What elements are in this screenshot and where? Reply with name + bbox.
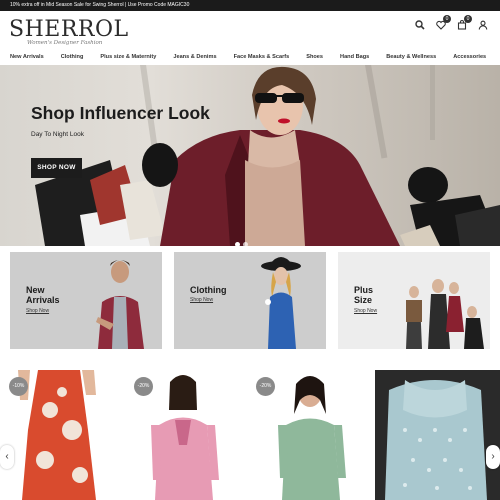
discount-badge: -20%: [256, 377, 275, 396]
main-nav: New Arrivals Clothing Plus size & Matern…: [0, 49, 500, 65]
chevron-right-icon: ›: [491, 451, 495, 462]
carousel-prev-button[interactable]: ‹: [0, 445, 14, 469]
category-title-line2: Size: [354, 295, 373, 305]
heart-icon[interactable]: 0: [436, 15, 451, 30]
product-card[interactable]: -10%: [0, 370, 110, 500]
hero-title: Shop Influencer Look: [31, 103, 210, 123]
nav-item-accessories[interactable]: Accessories: [453, 49, 486, 65]
discount-badge: -20%: [134, 377, 153, 396]
header-icons: 0 0: [415, 15, 488, 30]
category-title-line1: Clothing: [190, 285, 227, 295]
promo-bar: 10% extra off in Mid Season Sale for Swi…: [0, 0, 500, 11]
hero-dot-1[interactable]: [235, 242, 240, 246]
nav-item-hand-bags[interactable]: Hand Bags: [340, 49, 369, 65]
nav-item-plus-size[interactable]: Plus size & Maternity: [100, 49, 156, 65]
category-card-new-arrivals[interactable]: New Arrivals Shop Now: [10, 252, 162, 349]
nav-item-beauty[interactable]: Beauty & Wellness: [386, 49, 436, 65]
nav-item-shoes[interactable]: Shoes: [306, 49, 323, 65]
category-title-line1: Plus: [354, 285, 374, 295]
cart-icon[interactable]: 0: [457, 15, 472, 30]
product-card[interactable]: -20%: [125, 370, 235, 500]
category-card-clothing[interactable]: Clothing Shop Now: [174, 252, 326, 349]
product-image: [375, 370, 500, 500]
category-card-plus-size[interactable]: Plus Size Shop Now: [338, 252, 490, 349]
category-title-line1: New: [26, 285, 45, 295]
user-icon[interactable]: [478, 20, 488, 30]
nav-item-jeans[interactable]: Jeans & Denims: [173, 49, 216, 65]
search-icon[interactable]: [415, 20, 425, 30]
carousel-next-button[interactable]: ›: [486, 445, 500, 469]
product-carousel: -10% -20% -20%: [0, 370, 500, 500]
hero-subtitle: Day To Night Look: [31, 131, 84, 138]
wishlist-count-badge: 0: [443, 15, 451, 23]
logo[interactable]: SHERROL Women's Designer Fashion: [9, 17, 129, 47]
category-shop-now-link[interactable]: Shop Now: [354, 308, 377, 314]
chevron-left-icon: ‹: [5, 451, 9, 462]
nav-item-clothing[interactable]: Clothing: [61, 49, 84, 65]
promo-text: 10% extra off in Mid Season Sale for Swi…: [10, 2, 190, 8]
category-shop-now-link[interactable]: Shop Now: [26, 308, 49, 314]
nav-item-face-masks[interactable]: Face Masks & Scarfs: [234, 49, 290, 65]
hero-image: [35, 65, 500, 246]
shop-now-button[interactable]: SHOP NOW: [31, 158, 82, 178]
cart-count-badge: 0: [464, 15, 472, 23]
category-row: New Arrivals Shop Now Clothing Shop Now: [10, 252, 490, 349]
category-title-line2: Arrivals: [26, 295, 60, 305]
discount-badge: -10%: [9, 377, 28, 396]
product-card[interactable]: [375, 370, 500, 500]
brand-name: SHERROL: [9, 17, 129, 42]
hero-banner[interactable]: Shop Influencer Look Day To Night Look S…: [0, 65, 500, 246]
hero-pagination: [235, 242, 248, 246]
product-card[interactable]: -20%: [250, 370, 360, 500]
category-shop-now-link[interactable]: Shop Now: [190, 297, 213, 303]
header: SHERROL Women's Designer Fashion 0 0: [0, 11, 500, 49]
nav-item-new-arrivals[interactable]: New Arrivals: [10, 49, 44, 65]
hero-dot-2[interactable]: [243, 242, 248, 246]
